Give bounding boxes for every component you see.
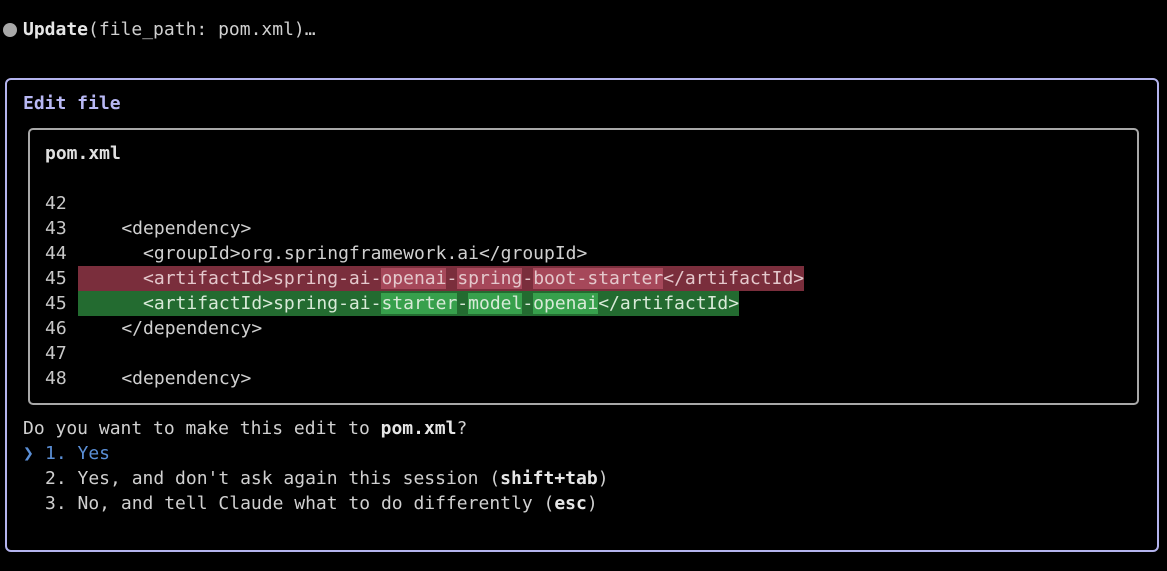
code-text: <dependency> — [78, 366, 251, 391]
line-number: 44 — [45, 243, 67, 264]
option-yes-dont-ask-again[interactable]: 2. Yes, and don't ask again this session… — [23, 466, 609, 491]
diff-line-context: 46 </dependency> — [45, 316, 804, 341]
diff-line-context: 44 <groupId>org.springframework.ai</grou… — [45, 241, 804, 266]
prompt-prefix: Do you want to make this edit to — [23, 418, 381, 439]
code-text: <artifactId>spring-ai-starter-model-open… — [78, 291, 740, 316]
changed-token: openai — [381, 268, 447, 289]
diff-file-name: pom.xml — [45, 143, 121, 164]
code-text: <artifactId>spring-ai-openai-spring-boot… — [78, 266, 805, 291]
diff-line-context: 48 <dependency> — [45, 366, 804, 391]
diff-line-context: 42 — [45, 191, 804, 216]
option-label: 2. Yes, and don't ask again this session… — [45, 468, 609, 489]
option-label: 1. Yes — [45, 443, 111, 464]
changed-token: spring — [457, 268, 523, 289]
diff-lines: 42 43 <dependency> 44 <groupId>org.springf… — [45, 191, 805, 391]
changed-token: boot-starter — [533, 268, 664, 289]
diff-line-added: 45 <artifactId>spring-ai-starter-model-o… — [45, 291, 804, 316]
diff-line-removed: 45 <artifactId>spring-ai-openai-spring-b… — [45, 266, 805, 291]
code-segment: <groupId>org.springframework.ai</groupId… — [78, 243, 588, 264]
panel-title: Edit file — [23, 93, 121, 114]
code-segment: </artifactId> — [663, 268, 805, 289]
code-segment: - — [522, 293, 534, 314]
code-segment: </dependency> — [78, 318, 263, 339]
tool-args: (file_path: pom.xml)… — [88, 19, 316, 40]
line-number: 45 — [45, 268, 67, 289]
line-number: 42 — [45, 193, 67, 214]
selection-cursor-slot — [23, 466, 45, 491]
option-list: ❯ 1. Yes 2. Yes, and don't ask again thi… — [23, 441, 609, 516]
option-yes[interactable]: ❯ 1. Yes — [23, 441, 609, 466]
option-no-tell-claude[interactable]: 3. No, and tell Claude what to do differ… — [23, 491, 609, 516]
changed-token: openai — [533, 293, 599, 314]
selection-cursor-slot — [23, 491, 45, 516]
code-segment: </artifactId> — [598, 293, 740, 314]
line-number: 47 — [45, 343, 67, 364]
confirm-prompt: Do you want to make this edit to pom.xml… — [23, 416, 467, 441]
changed-token: starter — [381, 293, 458, 314]
diff-line-context: 43 <dependency> — [45, 216, 804, 241]
code-segment: <artifactId>spring-ai- — [78, 293, 382, 314]
diff-line-context: 47 — [45, 341, 804, 366]
code-text: <dependency> — [78, 216, 251, 241]
status-dot-icon — [3, 22, 17, 37]
code-text: </dependency> — [78, 316, 262, 341]
code-text: <groupId>org.springframework.ai</groupId… — [78, 241, 587, 266]
code-segment: - — [522, 268, 534, 289]
code-segment: <dependency> — [78, 368, 252, 389]
shortcut-key: esc — [554, 493, 587, 514]
tool-call-header: Update (file_path: pom.xml)… — [3, 17, 316, 42]
code-segment: <artifactId>spring-ai- — [78, 268, 382, 289]
code-segment: - — [457, 293, 469, 314]
selection-cursor-icon: ❯ — [23, 443, 34, 464]
prompt-suffix: ? — [456, 418, 468, 439]
option-label: 3. No, and tell Claude what to do differ… — [45, 493, 598, 514]
code-segment: - — [446, 268, 458, 289]
line-number: 46 — [45, 318, 67, 339]
line-number: 43 — [45, 218, 67, 239]
shortcut-key: shift+tab — [500, 468, 598, 489]
prompt-file: pom.xml — [380, 418, 457, 439]
tool-name: Update — [23, 19, 89, 40]
line-number: 45 — [45, 293, 67, 314]
code-segment: <dependency> — [78, 218, 252, 239]
line-number: 48 — [45, 368, 67, 389]
changed-token: model — [468, 293, 523, 314]
